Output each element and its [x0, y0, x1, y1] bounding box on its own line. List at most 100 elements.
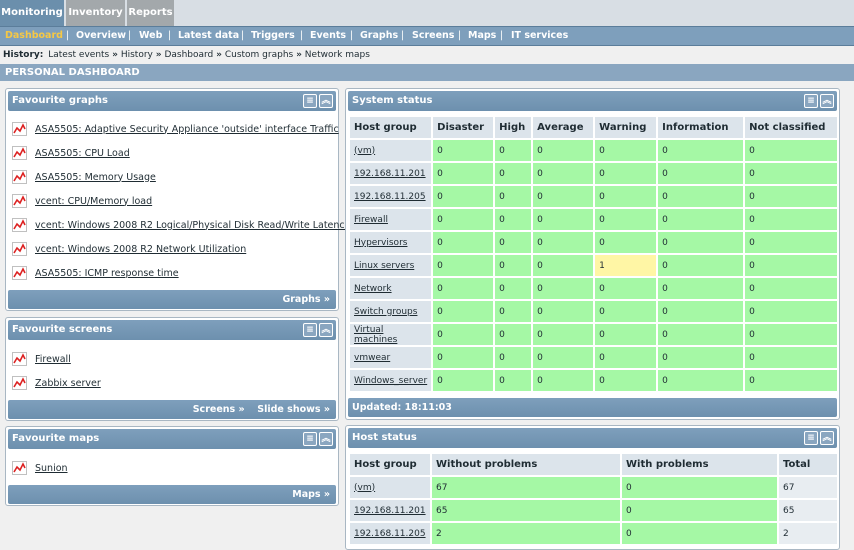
- value-cell: 0: [433, 209, 494, 230]
- graph-link[interactable]: vcent: Windows 2008 R2 Logical/Physical …: [35, 220, 350, 231]
- menu-icon[interactable]: ≡: [303, 432, 317, 446]
- history-item[interactable]: History: [121, 50, 153, 60]
- submenu-graphs[interactable]: Graphs: [360, 27, 398, 45]
- history-item[interactable]: Dashboard: [164, 50, 213, 60]
- value-cell: 0: [495, 232, 532, 253]
- host-group-link[interactable]: Linux servers: [354, 261, 414, 271]
- system-status-widget: System status ≡ ︽ Host group Disaster High A…: [345, 88, 840, 420]
- widget-title: Favourite graphs: [12, 95, 108, 106]
- value-cell: 0: [595, 347, 657, 368]
- tab-reports[interactable]: Reports: [127, 0, 174, 26]
- submenu-it-services[interactable]: IT services: [511, 27, 568, 45]
- value-cell: 0: [595, 209, 657, 230]
- host-group-link[interactable]: 192.168.11.201: [354, 506, 426, 516]
- menu-icon[interactable]: ≡: [303, 94, 317, 108]
- host-group-link[interactable]: Network: [354, 284, 392, 294]
- column-header: Warning: [595, 117, 657, 138]
- collapse-icon[interactable]: ︽: [319, 94, 333, 108]
- list-item: Zabbix server: [12, 371, 334, 395]
- host-group-link[interactable]: (vm): [354, 483, 375, 493]
- host-group-link[interactable]: Windows_server: [354, 376, 427, 386]
- submenu-latest-data[interactable]: Latest data: [178, 27, 239, 45]
- column-header: Not classified: [745, 117, 837, 138]
- host-group-link[interactable]: Switch groups: [354, 307, 417, 317]
- collapse-icon[interactable]: ︽: [820, 94, 834, 108]
- value-cell: 0: [495, 163, 532, 184]
- slide-shows-link[interactable]: Slide shows »: [257, 404, 330, 415]
- submenu-screens[interactable]: Screens: [412, 27, 454, 45]
- value-cell: 0: [622, 477, 777, 498]
- graphs-link[interactable]: Graphs »: [282, 294, 330, 305]
- column-header: Host group: [350, 117, 432, 138]
- submenu-separator: |: [168, 30, 172, 41]
- map-link[interactable]: Sunion: [35, 463, 68, 474]
- graph-link[interactable]: ASA5505: ICMP response time: [35, 268, 179, 279]
- host-status-widget: Host status ≡ ︽ Host group Without problem…: [345, 425, 840, 550]
- value-cell: 0: [495, 278, 532, 299]
- host-group-link[interactable]: (vm): [354, 146, 375, 156]
- host-group-link[interactable]: 192.168.11.205: [354, 529, 426, 539]
- submenu-separator: |: [66, 30, 70, 41]
- value-cell: 0: [433, 140, 494, 161]
- submenu-events[interactable]: Events: [310, 27, 346, 45]
- host-group-link[interactable]: 192.168.11.201: [354, 169, 426, 179]
- column-header: Total: [779, 454, 837, 475]
- graph-link[interactable]: ASA5505: Memory Usage: [35, 172, 156, 183]
- host-group-cell: 192.168.11.201: [350, 163, 432, 184]
- collapse-icon[interactable]: ︽: [820, 431, 834, 445]
- value-cell: 67: [432, 477, 620, 498]
- value-cell: 0: [595, 232, 657, 253]
- widget-footer: Graphs »: [8, 290, 336, 309]
- graph-link[interactable]: ASA5505: Adaptive Security Appliance 'ou…: [35, 124, 339, 135]
- history-item[interactable]: Network maps: [305, 50, 370, 60]
- graph-link[interactable]: vcent: CPU/Memory load: [35, 196, 152, 207]
- value-cell: 67: [779, 477, 837, 498]
- widget-title: Host status: [352, 432, 417, 443]
- host-group-link[interactable]: Firewall: [354, 215, 388, 225]
- widget-footer: Maps »: [8, 485, 336, 504]
- value-cell: 0: [745, 186, 837, 207]
- value-cell: 0: [595, 186, 657, 207]
- screen-link[interactable]: Firewall: [35, 354, 71, 365]
- value-cell: 0: [745, 255, 837, 276]
- table-row: Linux servers 0 0 0 1 0 0: [350, 255, 837, 276]
- host-group-link[interactable]: Virtual machines: [354, 325, 397, 345]
- map-icon: [12, 461, 27, 475]
- value-cell: 0: [533, 140, 594, 161]
- submenu-overview[interactable]: Overview: [76, 27, 126, 45]
- submenu-triggers[interactable]: Triggers: [251, 27, 295, 45]
- maps-link[interactable]: Maps »: [292, 489, 330, 500]
- host-group-link[interactable]: Hypervisors: [354, 238, 407, 248]
- tab-inventory[interactable]: Inventory: [66, 0, 125, 26]
- collapse-icon[interactable]: ︽: [319, 432, 333, 446]
- menu-icon[interactable]: ≡: [303, 323, 317, 337]
- tab-monitoring[interactable]: Monitoring: [0, 0, 64, 26]
- value-cell: 0: [658, 163, 744, 184]
- submenu-web[interactable]: Web: [139, 27, 162, 45]
- history-bar: History: Latest events » History » Dashb…: [0, 47, 854, 64]
- host-group-link[interactable]: vmwear: [354, 353, 390, 363]
- graph-icon: [12, 194, 27, 208]
- host-group-cell: Linux servers: [350, 255, 432, 276]
- widget-title: Favourite screens: [12, 324, 113, 335]
- top-menu-bar: Monitoring Inventory Reports: [0, 0, 854, 26]
- history-item[interactable]: Custom graphs: [225, 50, 293, 60]
- graph-link[interactable]: ASA5505: CPU Load: [35, 148, 130, 159]
- graph-link[interactable]: vcent: Windows 2008 R2 Network Utilizati…: [35, 244, 246, 255]
- history-item[interactable]: Latest events: [48, 50, 109, 60]
- menu-icon[interactable]: ≡: [804, 94, 818, 108]
- screen-link[interactable]: Zabbix server: [35, 378, 101, 389]
- value-cell: 0: [658, 347, 744, 368]
- host-group-link[interactable]: 192.168.11.205: [354, 192, 426, 202]
- submenu-maps[interactable]: Maps: [468, 27, 496, 45]
- value-cell: 2: [432, 523, 620, 544]
- favourite-graphs-widget: Favourite graphs ≡ ︽ ASA5505: Adaptive Se…: [5, 88, 350, 311]
- menu-icon[interactable]: ≡: [804, 431, 818, 445]
- screens-link[interactable]: Screens »: [193, 404, 245, 415]
- submenu-dashboard[interactable]: Dashboard: [5, 27, 63, 45]
- collapse-icon[interactable]: ︽: [319, 323, 333, 337]
- value-cell: 0: [595, 140, 657, 161]
- value-cell: 0: [533, 255, 594, 276]
- screen-icon: [12, 376, 27, 390]
- value-cell: 1: [595, 255, 657, 276]
